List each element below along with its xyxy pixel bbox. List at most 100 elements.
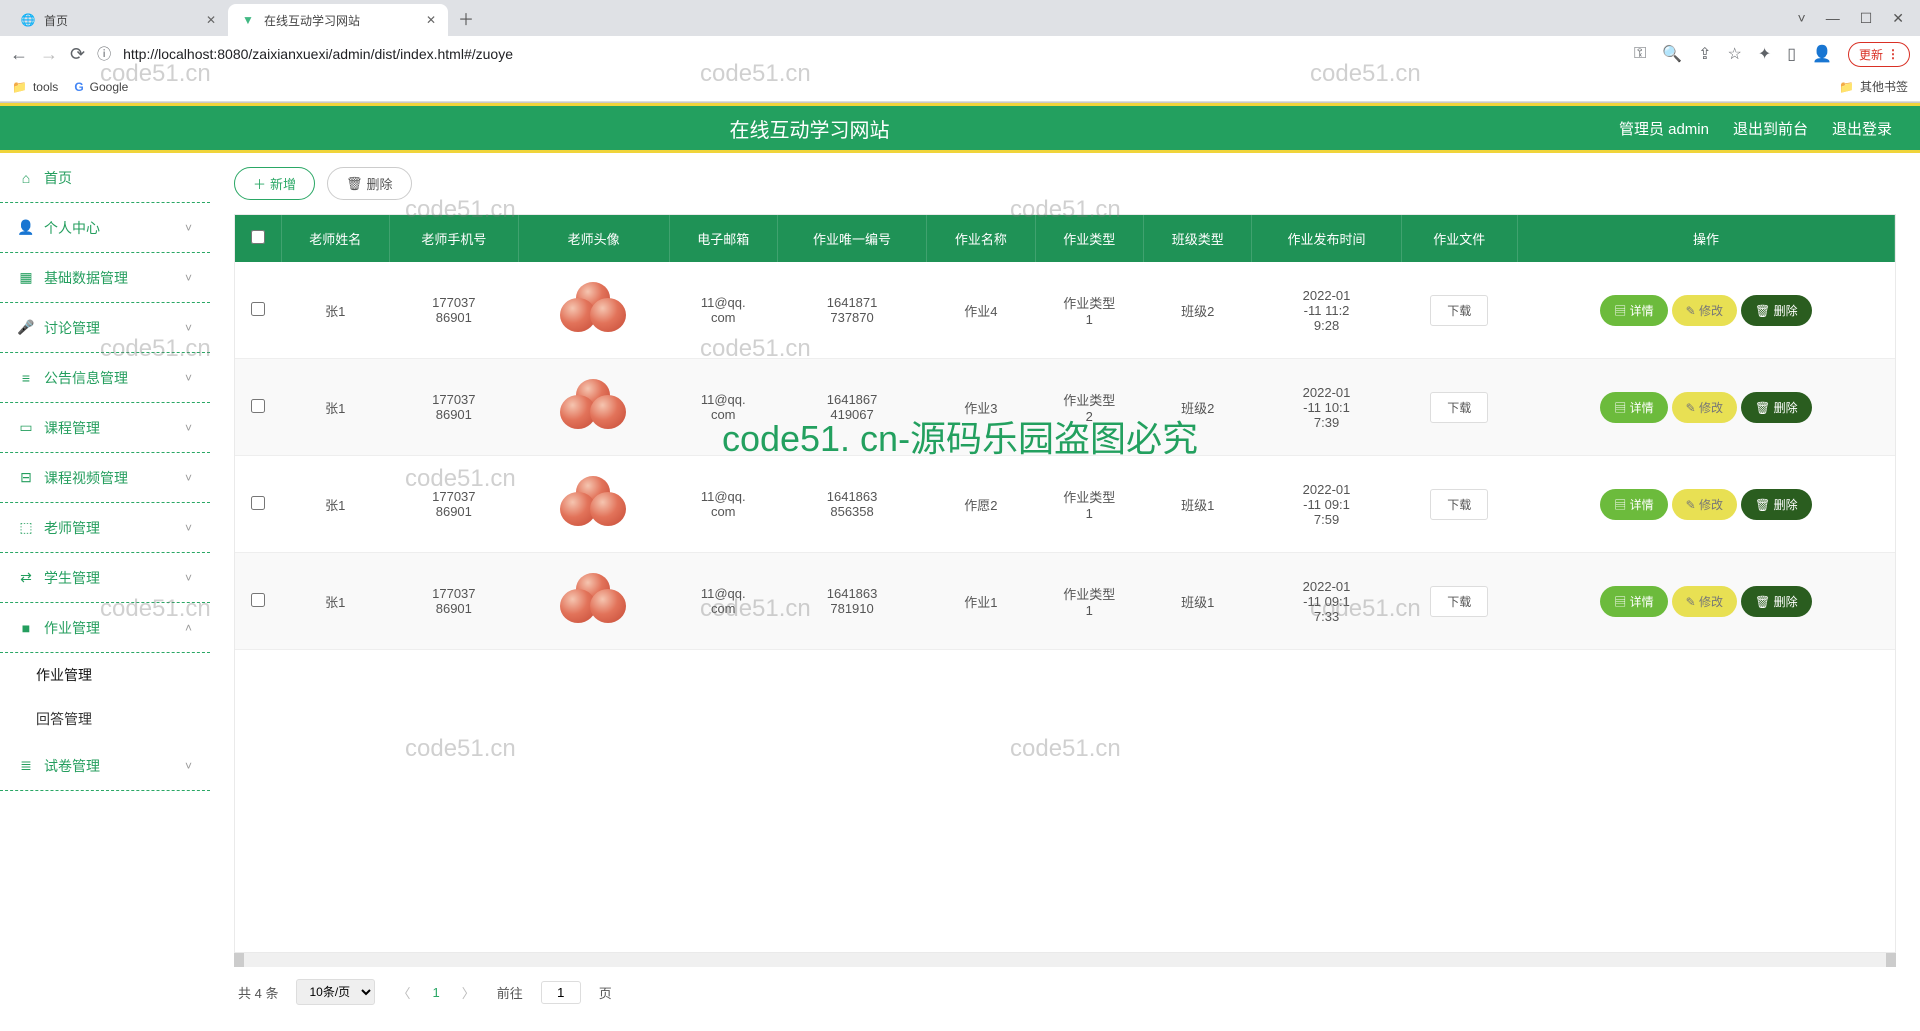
sidebar-subitem[interactable]: 回答管理 [0,697,210,741]
window-dropdown-icon[interactable]: ˅ [1798,10,1806,27]
bookmark-label: Google [90,80,129,94]
table-cell: 1641863781910 [777,553,926,650]
admin-label[interactable]: 管理员 admin [1619,118,1709,139]
google-icon: G [74,80,83,94]
sidebar-icon: ▭ [18,419,34,436]
sidebar-item-2[interactable]: ▦基础数据管理˅ [0,253,210,303]
table-row: 张11770378690111@qq.com1641871737870作业4作业… [235,262,1895,359]
table-cell: ▤ 详情✎ 修改🗑 删除 [1517,456,1894,553]
detail-button[interactable]: ▤ 详情 [1600,392,1667,423]
sidebar-item-label: 课程管理 [44,418,100,438]
download-button[interactable]: 下载 [1430,392,1488,423]
row-checkbox[interactable] [251,593,265,607]
row-checkbox[interactable] [251,399,265,413]
tab-bar: 🌐 首页 ✕ ▼ 在线互动学习网站 ✕ ＋ ˅ — ☐ ✕ [0,0,1920,36]
sidebar-item-4[interactable]: ≡公告信息管理˅ [0,353,210,403]
site-info-icon[interactable]: ⓘ [97,44,111,64]
browser-tab-1[interactable]: ▼ 在线互动学习网站 ✕ [228,4,448,36]
to-front-link[interactable]: 退出到前台 [1733,118,1808,139]
back-icon[interactable]: ← [10,44,28,65]
tab-title: 首页 [44,12,68,29]
sidebar-icon: 👤 [18,219,34,236]
table-cell: 2022-01-11 11:29:28 [1252,262,1401,359]
delete-row-button[interactable]: 🗑 删除 [1741,392,1812,423]
sidebar-item-3[interactable]: 🎤讨论管理˅ [0,303,210,353]
update-label: 更新 [1859,46,1883,63]
delete-button[interactable]: 🗑 删除 [327,167,412,200]
sidebar-item-0[interactable]: ⌂首页 [0,153,210,203]
update-button[interactable]: 更新 ⋮ [1848,42,1910,67]
puzzle-icon[interactable]: ✦ [1758,44,1771,64]
table-cell [518,359,669,456]
download-button[interactable]: 下载 [1430,295,1488,326]
star-icon[interactable]: ☆ [1728,44,1742,64]
table-cell: 作业类型1 [1035,553,1143,650]
delete-row-button[interactable]: 🗑 删除 [1741,489,1812,520]
download-button[interactable]: 下载 [1430,586,1488,617]
download-button[interactable]: 下载 [1430,489,1488,520]
horizontal-scrollbar[interactable] [234,953,1896,967]
sidebar-item-6[interactable]: ⊟课程视频管理˅ [0,453,210,503]
row-checkbox[interactable] [251,302,265,316]
table-cell: 2022-01-11 10:17:39 [1252,359,1401,456]
logout-link[interactable]: 退出登录 [1832,118,1892,139]
current-page[interactable]: 1 [432,985,439,1000]
add-button[interactable]: ＋ 新增 [234,167,315,200]
maximize-icon[interactable]: ☐ [1860,10,1873,27]
sidebar-subitem[interactable]: 作业管理 [0,653,210,697]
table-cell [518,262,669,359]
prev-page-button[interactable]: 〈 [393,983,414,1002]
table-cell: 下载 [1401,262,1517,359]
key-icon[interactable]: ⚿ [1634,45,1646,63]
teacher-avatar [554,571,634,631]
bookmark-tools[interactable]: 📁tools [12,80,58,94]
edit-button[interactable]: ✎ 修改 [1672,489,1737,520]
page-size-select[interactable]: 10条/页 [296,979,375,1005]
sidebar-item-5[interactable]: ▭课程管理˅ [0,403,210,453]
panel-icon[interactable]: ▯ [1787,44,1796,64]
goto-input[interactable] [541,981,581,1004]
profile-icon[interactable]: 👤 [1812,44,1832,64]
table-cell: 作愿2 [927,456,1035,553]
table-cell: 张1 [281,262,389,359]
close-icon[interactable]: ✕ [206,13,216,27]
browser-tab-0[interactable]: 🌐 首页 ✕ [8,4,228,36]
select-all-checkbox[interactable] [251,230,265,244]
table-cell: ▤ 详情✎ 修改🗑 删除 [1517,359,1894,456]
share-icon[interactable]: ⇪ [1698,44,1711,64]
sidebar-item-10[interactable]: ≣试卷管理˅ [0,741,210,791]
edit-button[interactable]: ✎ 修改 [1672,295,1737,326]
sidebar-item-8[interactable]: ⇄学生管理˅ [0,553,210,603]
table-cell: 张1 [281,359,389,456]
edit-button[interactable]: ✎ 修改 [1672,586,1737,617]
table-row: 张11770378690111@qq.com1641867419067作业3作业… [235,359,1895,456]
forward-icon[interactable]: → [40,44,58,65]
close-window-icon[interactable]: ✕ [1892,10,1904,27]
table-cell: ▤ 详情✎ 修改🗑 删除 [1517,553,1894,650]
sidebar: ⌂首页👤个人中心˅▦基础数据管理˅🎤讨论管理˅≡公告信息管理˅▭课程管理˅⊟课程… [0,153,210,1031]
table-cell [518,456,669,553]
new-tab-button[interactable]: ＋ [448,6,484,30]
row-checkbox[interactable] [251,496,265,510]
total-count: 共 4 条 [238,983,278,1002]
sidebar-item-9[interactable]: ■作业管理˄ [0,603,210,653]
delete-row-button[interactable]: 🗑 删除 [1741,295,1812,326]
bookmark-other[interactable]: 📁其他书签 [1839,78,1908,95]
detail-button[interactable]: ▤ 详情 [1600,295,1667,326]
data-table: 老师姓名老师手机号老师头像电子邮箱作业唯一编号作业名称作业类型班级类型作业发布时… [235,215,1895,650]
delete-row-button[interactable]: 🗑 删除 [1741,586,1812,617]
bookmark-google[interactable]: G Google [74,80,128,94]
minimize-icon[interactable]: — [1826,10,1840,27]
zoom-icon[interactable]: 🔍 [1662,44,1682,64]
sidebar-item-1[interactable]: 👤个人中心˅ [0,203,210,253]
reload-icon[interactable]: ⟳ [70,44,85,65]
url-input[interactable]: http://localhost:8080/zaixianxuexi/admin… [123,46,1622,62]
detail-button[interactable]: ▤ 详情 [1600,586,1667,617]
next-page-button[interactable]: 〉 [458,983,479,1002]
detail-button[interactable]: ▤ 详情 [1600,489,1667,520]
close-icon[interactable]: ✕ [426,13,436,27]
sidebar-item-label: 作业管理 [44,618,100,638]
table-header-cell: 老师头像 [518,215,669,262]
edit-button[interactable]: ✎ 修改 [1672,392,1737,423]
sidebar-item-7[interactable]: ⬚老师管理˅ [0,503,210,553]
